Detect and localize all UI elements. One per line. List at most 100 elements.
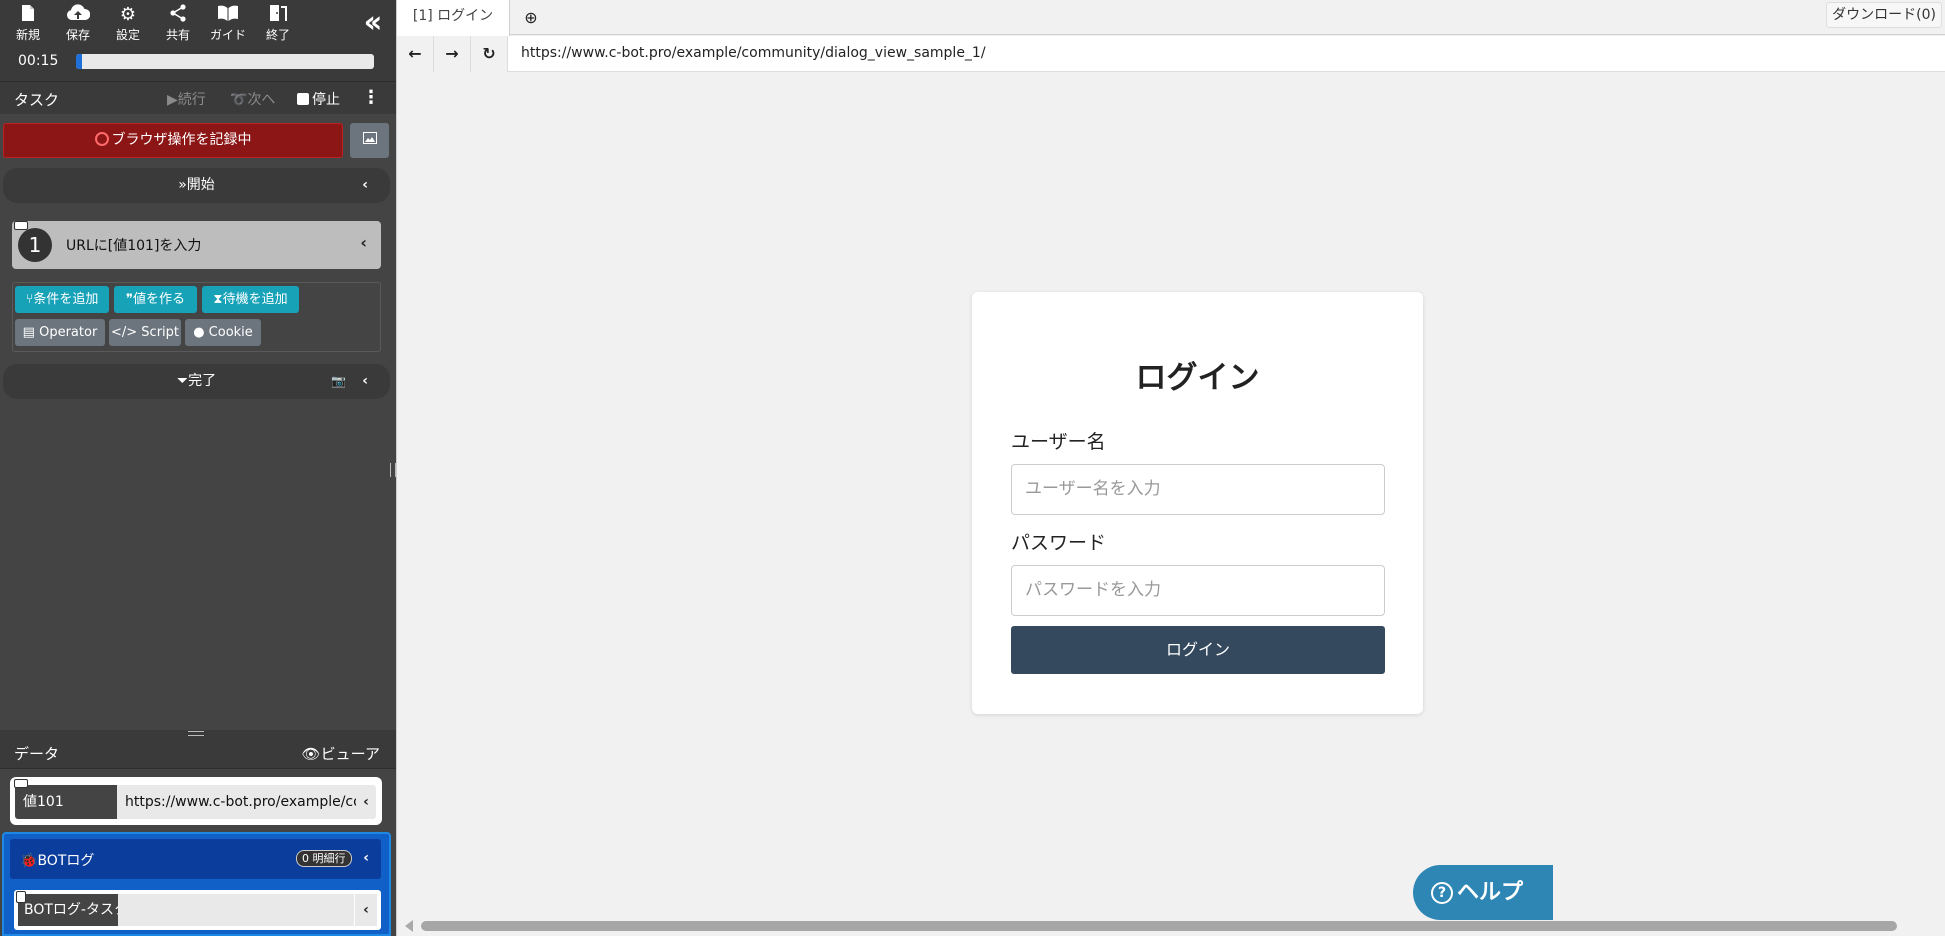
help-button[interactable]: ? ヘルプ [1413,865,1553,920]
step-card[interactable]: 1 URLに[値101]を入力 ‹ [12,221,381,269]
door-exit-icon [253,4,303,26]
add-wait-button[interactable]: ⧗待機を追加 [202,286,299,313]
botlog-header[interactable]: 🐞BOTログ 0 明細行 ‹ [10,839,381,879]
chevron-left-icon[interactable]: ‹ [356,785,376,819]
new-button[interactable]: 新規 [3,4,53,48]
chevron-left-icon[interactable]: ‹ [362,364,368,399]
cookie-icon: ● [193,325,205,340]
horizontal-scrollbar[interactable] [397,916,1945,936]
recording-button[interactable]: ブラウザ操作を記録中 [3,123,343,158]
tab-bar: [1] ログイン ⊕ ダウンロード(0) [397,0,1945,36]
eye-icon: 👁 [301,745,321,763]
end-block[interactable]: ⏷完了 📷 ‹ [3,364,390,399]
new-tab-button[interactable]: ⊕ [518,5,544,31]
file-icon [3,4,53,26]
back-button[interactable]: ← [397,36,434,72]
flag-icon: ⏷ [176,373,189,389]
address-bar[interactable]: https://www.c-bot.pro/example/community/… [521,45,986,61]
id-card-icon: ▤ [22,325,35,340]
progress-fill [76,54,82,69]
browser-pane: [1] ログイン ⊕ ダウンロード(0) ← → ↻ https://www.c… [396,0,1945,936]
keyboard-icon [14,221,28,230]
download-button[interactable]: ダウンロード(0) [1826,2,1942,28]
operator-button[interactable]: ▤ Operator [15,319,105,346]
stop-checkbox[interactable]: 停止 [297,89,340,109]
forward-button[interactable]: → [434,36,471,72]
more-menu-icon[interactable]: ⋮ [362,87,380,108]
reload-button[interactable]: ↻ [471,36,508,72]
botlog-task-row[interactable]: BOTログ-タスク ‹ [14,890,381,930]
copy-icon [16,891,26,903]
plus-circle-icon: ⊕ [524,8,538,27]
cookie-button[interactable]: ● Cookie [185,319,261,346]
username-input[interactable]: ユーザー名を入力 [1011,464,1385,515]
chevron-left-icon[interactable]: ‹ [363,850,369,866]
double-chevron-down-icon: » [178,177,187,193]
keyboard-icon [14,779,28,788]
cloud-upload-icon [53,4,103,26]
continue-button[interactable]: ▶続行 [167,89,206,109]
sidebar: 新規 保存 ⚙ 設定 共有 ガイド 終了 ‹‹ 00:15 タスク ▶続行 ➰次… [0,0,396,936]
gear-icon: ⚙ [119,4,137,25]
bug-icon: 🐞 [20,853,38,869]
nav-bar: ← → ↻ https://www.c-bot.pro/example/comm… [397,36,1945,72]
book-icon [203,4,253,26]
add-condition-button[interactable]: ⑂条件を追加 [15,286,109,313]
save-button[interactable]: 保存 [53,4,103,48]
variable-value-input[interactable]: https://www.c-bot.pro/example/community/… [117,785,365,819]
action-buttons: ⑂条件を追加 ❞値を作る ⧗待機を追加 ▤ Operator </> Scrip… [12,282,381,352]
chevron-left-icon[interactable]: ‹ [362,168,368,203]
login-title: ログイン [1135,360,1260,396]
chevron-left-icon[interactable]: ‹ [360,233,367,252]
botlog-panel: 🐞BOTログ 0 明細行 ‹ BOTログ-タスク ‹ [2,832,391,936]
next-button[interactable]: ➰次へ [230,89,275,109]
camera-icon[interactable]: 📷 [331,364,346,399]
password-label: パスワード [1011,532,1107,554]
double-chevron-left-icon: ‹‹ [363,5,383,40]
reload-icon: ↻ [482,44,496,63]
arrow-right-icon: → [445,44,459,63]
timer: 00:15 [18,53,59,69]
settings-button[interactable]: ⚙ 設定 [103,4,153,48]
screenshot-button[interactable] [350,123,389,158]
step-text: URLに[値101]を入力 [66,238,202,254]
variable-card[interactable]: 値101 https://www.c-bot.pro/example/commu… [10,777,382,825]
password-input[interactable]: パスワードを入力 [1011,565,1385,616]
scroll-left-arrow-icon[interactable] [405,920,413,932]
step-number: 1 [18,228,52,262]
botlog-title: 🐞BOTログ [20,853,95,869]
task-title: タスク [14,91,60,109]
play-icon: ▶ [167,92,178,108]
viewer-button[interactable]: 👁ビューア [302,743,380,764]
login-button[interactable]: ログイン [1011,626,1385,674]
make-value-button[interactable]: ❞値を作る [114,286,197,313]
guide-button[interactable]: ガイド [203,4,253,48]
record-circle-icon [94,132,109,146]
share-button[interactable]: 共有 [153,4,203,48]
sidebar-toolbar: 新規 保存 ⚙ 設定 共有 ガイド 終了 ‹‹ 00:15 [0,0,396,81]
start-block[interactable]: »開始 ‹ [3,168,390,203]
tab-login[interactable]: [1] ログイン [397,0,510,36]
botlog-row-value [118,894,354,926]
arrow-left-icon: ← [408,44,422,63]
hourglass-icon: ⧗ [213,292,223,307]
checkbox-icon [297,93,309,105]
script-button[interactable]: </> Script [109,319,181,346]
chevron-left-icon[interactable]: ‹ [355,894,377,926]
quote-icon: ❞ [125,292,133,307]
task-header: タスク ▶続行 ➰次へ 停止 ⋮ [0,81,396,114]
step-icon: ➰ [230,92,248,108]
data-panel-resizer[interactable] [0,730,396,737]
data-panel-header: データ 👁ビューア [0,737,396,769]
progress-bar [76,54,374,69]
login-card: ログイン ユーザー名 ユーザー名を入力 パスワード パスワードを入力 ログイン [972,292,1423,714]
username-label: ユーザー名 [1011,431,1106,453]
share-icon [153,4,203,26]
exit-button[interactable]: 終了 [253,4,303,48]
data-title: データ [14,745,60,763]
grip-icon [188,731,204,736]
botlog-row-name: BOTログ-タスク [18,894,118,926]
collapse-sidebar-button[interactable]: ‹‹ [352,6,388,42]
variable-name: 値101 [15,785,117,819]
scrollbar-thumb[interactable] [421,921,1897,931]
